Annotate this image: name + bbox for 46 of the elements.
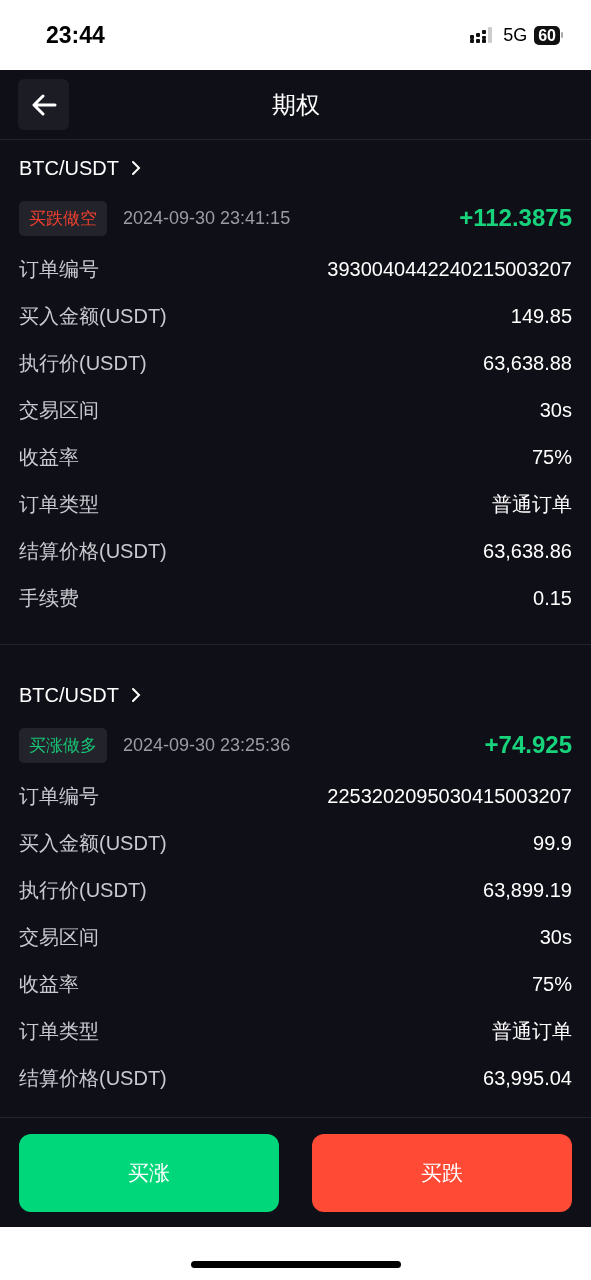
field-label: 订单编号 (19, 257, 99, 282)
field-label: 结算价格(USDT) (19, 539, 167, 564)
field-label: 收益率 (19, 445, 79, 470)
direction-tag: 买涨做多 (19, 727, 107, 763)
field-value: 149.85 (510, 305, 572, 328)
field-label: 结算价格(USDT) (19, 1066, 167, 1091)
order-time: 2024-09-30 23:25:36 (123, 734, 292, 756)
field-value: 3930040442240215003207 (327, 258, 572, 281)
field-value: 99.9 (533, 832, 572, 855)
field-label: 交易区间 (19, 925, 99, 950)
field-label: 交易区间 (19, 398, 99, 423)
network-label: 5G (503, 24, 528, 46)
order-time: 2024-09-30 23:41:15 (123, 207, 292, 229)
field-label: 买入金额(USDT) (19, 304, 167, 329)
field-value: 30s (539, 926, 572, 949)
field-value: 普通订单 (492, 1019, 572, 1044)
field-value: 0.15 (533, 587, 572, 610)
field-label: 收益率 (19, 972, 79, 997)
field-label: 执行价(USDT) (19, 351, 147, 376)
back-arrow-icon (30, 93, 57, 116)
field-value: 63,899.19 (483, 879, 572, 902)
direction-tag: 买跌做空 (19, 200, 107, 236)
pair-link[interactable]: BTC/USDT (19, 156, 141, 180)
clock-time: 23:44 (46, 21, 106, 49)
field-label: 订单类型 (19, 492, 99, 517)
chevron-right-icon (131, 160, 141, 176)
field-value: 75% (531, 446, 572, 469)
field-value: 63,638.88 (483, 352, 572, 375)
field-label: 手续费 (19, 586, 79, 611)
page-title: 期权 (271, 89, 320, 120)
battery-icon: 60 (534, 25, 563, 45)
field-label: 执行价(USDT) (19, 878, 147, 903)
chevron-right-icon (131, 687, 141, 703)
field-value: 63,638.86 (483, 540, 572, 563)
field-label: 订单类型 (19, 1019, 99, 1044)
back-button[interactable] (18, 79, 69, 130)
field-value: 普通订单 (492, 492, 572, 517)
profit-value: +74.925 (484, 731, 572, 759)
pair-link[interactable]: BTC/USDT (19, 683, 141, 707)
field-label: 订单编号 (19, 784, 99, 809)
field-value: 30s (539, 399, 572, 422)
field-value: 2253202095030415003207 (327, 785, 572, 808)
field-label: 买入金额(USDT) (19, 831, 167, 856)
field-value: 63,995.04 (483, 1067, 572, 1090)
profit-value: +112.3875 (459, 204, 572, 232)
field-value: 75% (531, 973, 572, 996)
